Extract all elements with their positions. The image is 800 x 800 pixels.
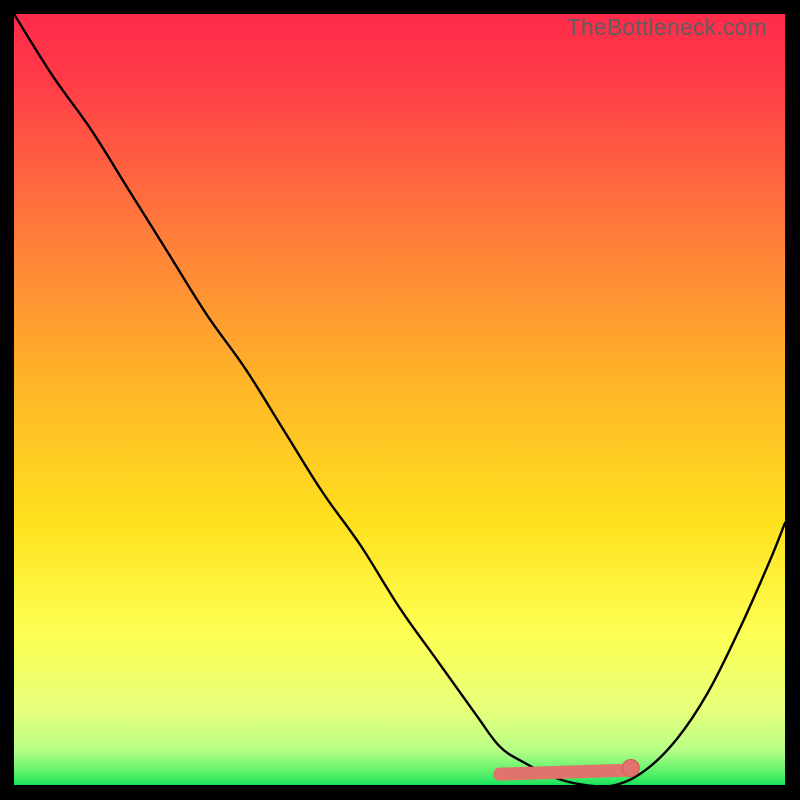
optimal-point-dot bbox=[622, 760, 639, 777]
watermark-text: TheBottleneck.com bbox=[567, 14, 767, 41]
optimal-point-marker bbox=[622, 760, 639, 777]
chart-svg bbox=[14, 14, 785, 785]
optimal-band-line bbox=[500, 770, 631, 774]
optimal-band-marker bbox=[500, 770, 631, 774]
chart-frame: TheBottleneck.com bbox=[14, 14, 785, 785]
gradient-background bbox=[14, 14, 785, 785]
